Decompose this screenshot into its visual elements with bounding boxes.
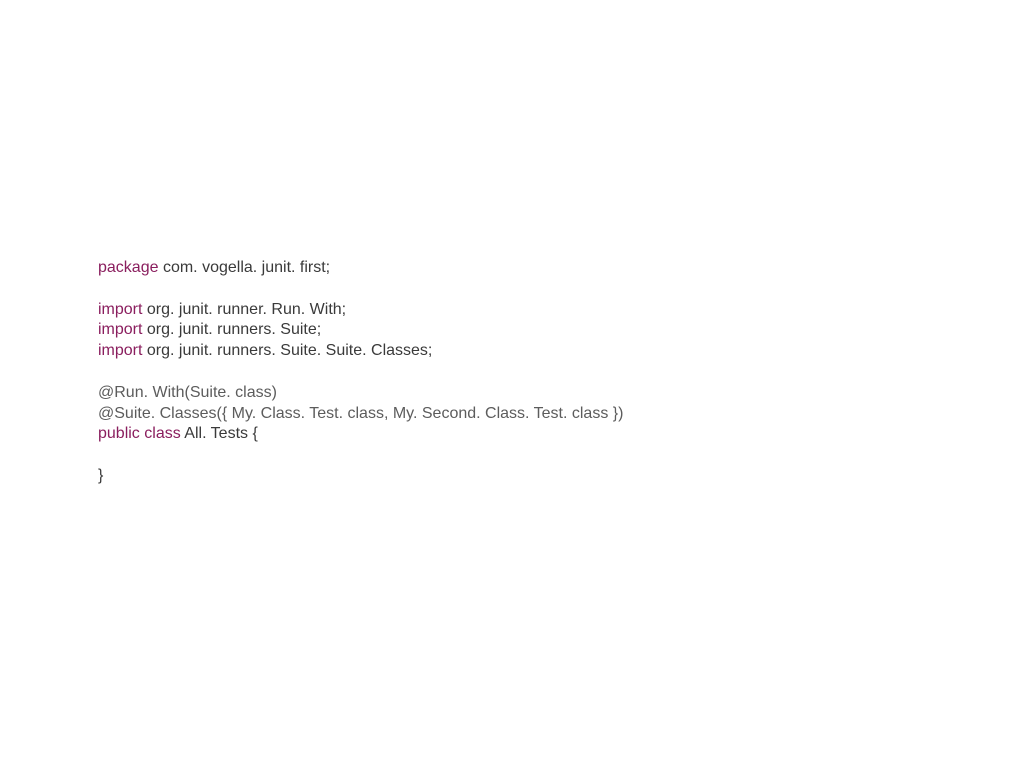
blank-line	[98, 362, 623, 383]
import-statement-1: import org. junit. runner. Run. With;	[98, 300, 623, 321]
package-name: com. vogella. junit. first;	[159, 259, 331, 276]
closing-brace: }	[98, 466, 623, 487]
package-declaration: package com. vogella. junit. first;	[98, 258, 623, 279]
class-name: All. Tests {	[181, 425, 258, 442]
import-statement-3: import org. junit. runners. Suite. Suite…	[98, 341, 623, 362]
keyword-import: import	[98, 301, 142, 318]
keyword-package: package	[98, 259, 159, 276]
keyword-import: import	[98, 321, 142, 338]
class-declaration: public class All. Tests {	[98, 424, 623, 445]
blank-line	[98, 279, 623, 300]
import-path: org. junit. runners. Suite. Suite. Class…	[142, 342, 432, 359]
keyword-public: public	[98, 425, 140, 442]
annotation-runwith: @Run. With(Suite. class)	[98, 383, 623, 404]
keyword-class: class	[144, 425, 180, 442]
code-snippet: package com. vogella. junit. first; impo…	[98, 258, 623, 487]
keyword-import: import	[98, 342, 142, 359]
import-path: org. junit. runner. Run. With;	[142, 301, 346, 318]
import-statement-2: import org. junit. runners. Suite;	[98, 320, 623, 341]
import-path: org. junit. runners. Suite;	[142, 321, 321, 338]
annotation-suiteclasses: @Suite. Classes({ My. Class. Test. class…	[98, 404, 623, 425]
blank-line	[98, 445, 623, 466]
